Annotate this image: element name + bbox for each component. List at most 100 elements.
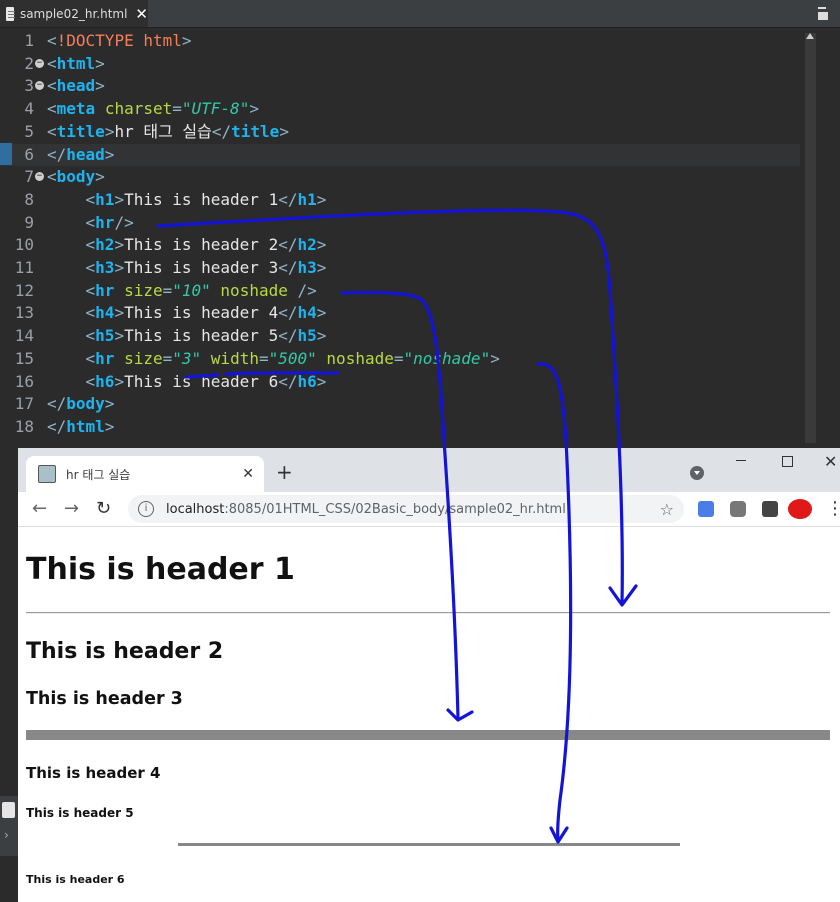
code-token: >: [114, 326, 125, 346]
code-token: !DOCTYPE: [56, 31, 144, 50]
code-token: hr: [95, 280, 125, 300]
address-bar[interactable]: i localhost:8085/01HTML_CSS/02Basic_body…: [128, 495, 684, 523]
code-line[interactable]: 8 <h1>This is header 1</h1>: [0, 189, 800, 212]
code-text: <h1>This is header 1</h1>: [47, 189, 327, 212]
code-token: This is header 3: [124, 258, 279, 277]
code-line[interactable]: 15 <hr size="3" width="500" noshade="nos…: [0, 348, 800, 371]
window-minimize-icon[interactable]: [736, 460, 746, 461]
scroll-up-icon[interactable]: [806, 33, 814, 39]
code-token: "UTF-8": [181, 99, 250, 119]
site-info-icon[interactable]: i: [138, 501, 154, 517]
html-file-icon: [6, 6, 15, 21]
code-line[interactable]: 1 <!DOCTYPE html>: [0, 30, 800, 53]
code-line[interactable]: 13 <h4>This is header 4</h4>: [0, 302, 800, 325]
code-token: >: [95, 167, 105, 187]
camera-extension-icon[interactable]: [730, 501, 746, 517]
reload-button[interactable]: ↻: [96, 498, 111, 519]
code-token: <: [47, 121, 57, 141]
code-token: >: [104, 394, 115, 414]
editor-tab-sample02[interactable]: sample02_hr.html ✕: [0, 0, 148, 27]
code-line[interactable]: 9 <hr/>: [0, 212, 800, 235]
extensions-puzzle-icon[interactable]: [762, 501, 778, 517]
code-token: >: [114, 189, 125, 209]
line-number: 8: [24, 189, 34, 209]
code-token: </: [278, 258, 298, 277]
code-text: <h3>This is header 3</h3>: [47, 257, 327, 280]
code-token: h2: [297, 235, 317, 255]
code-token: body: [66, 394, 105, 414]
code-token: h6: [297, 371, 317, 391]
code-line[interactable]: 3− <head>: [0, 75, 800, 98]
code-line[interactable]: 14 <h5>This is header 5</h5>: [0, 325, 800, 348]
code-token: />: [114, 212, 134, 232]
code-token: <: [85, 371, 96, 391]
code-line[interactable]: 11 <h3>This is header 3</h3>: [0, 257, 800, 280]
code-token: h3: [95, 258, 115, 277]
code-token: =: [162, 348, 173, 368]
code-token: h4: [297, 303, 317, 323]
code-line[interactable]: 2− <html>: [0, 53, 800, 76]
fold-collapse-icon[interactable]: −: [35, 172, 44, 182]
translate-extension-icon[interactable]: [698, 501, 714, 517]
browser-tab[interactable]: hr 태그 실습 ✕: [26, 456, 264, 492]
code-token: >: [114, 371, 125, 391]
code-line[interactable]: 16 <h6>This is header 6</h6>: [0, 371, 800, 394]
line-number: 16: [14, 371, 34, 391]
code-line[interactable]: 12 <hr size="10" noshade />: [0, 280, 800, 303]
fold-collapse-icon[interactable]: −: [35, 58, 44, 68]
code-text: <hr size="10" noshade />: [47, 280, 317, 303]
line-number: 14: [14, 326, 34, 346]
forward-button[interactable]: →: [64, 498, 79, 519]
code-token: hr 태그 실습: [114, 121, 212, 141]
code-line[interactable]: 18 </html>: [0, 416, 800, 439]
code-token: <: [47, 76, 57, 96]
code-token: This is header 1: [124, 189, 279, 209]
code-token: <: [47, 31, 57, 50]
code-token: </: [278, 371, 298, 391]
new-tab-button[interactable]: +: [276, 460, 293, 484]
line-number: 10: [14, 235, 34, 255]
code-line[interactable]: 4 <meta charset="UTF-8">: [0, 98, 800, 121]
code-text: </head>: [47, 144, 114, 167]
tab-close-icon[interactable]: ✕: [242, 466, 254, 482]
code-text: <h5>This is header 5</h5>: [47, 325, 327, 348]
code-line[interactable]: 10 <h2>This is header 2</h2>: [0, 234, 800, 257]
bookmark-star-icon[interactable]: ☆: [660, 500, 674, 519]
code-token: size: [124, 280, 163, 300]
close-icon[interactable]: ✕: [135, 5, 148, 23]
window-maximize-icon[interactable]: [782, 456, 793, 467]
tab-search-icon[interactable]: [690, 466, 704, 480]
code-line[interactable]: 17 </body>: [0, 393, 800, 416]
chevron-right-icon[interactable]: ›: [4, 828, 9, 842]
code-token: h5: [95, 326, 115, 346]
code-token: html: [66, 416, 105, 436]
minimize-icon[interactable]: [818, 7, 826, 9]
code-line[interactable]: 6 </head>: [0, 143, 800, 167]
code-token: =: [393, 348, 404, 368]
code-token: >: [316, 303, 327, 323]
code-token: >: [114, 258, 125, 277]
code-text: <h2>This is header 2</h2>: [47, 234, 327, 257]
code-token: This is header 6: [124, 371, 279, 391]
profile-avatar[interactable]: [788, 499, 812, 519]
editor-scrollbar[interactable]: [805, 33, 816, 443]
code-text: <!DOCTYPE html>: [47, 30, 192, 53]
code-line[interactable]: 5 <title>hr 태그 실습</title>: [0, 121, 800, 144]
line-number: 5: [24, 121, 34, 141]
code-line[interactable]: 7− <body>: [0, 166, 800, 189]
line-number: 13: [14, 303, 34, 323]
window-close-icon[interactable]: ✕: [824, 452, 837, 471]
app-icon[interactable]: [2, 802, 15, 818]
back-button[interactable]: ←: [32, 498, 47, 519]
browser-menu-icon[interactable]: ⋮: [826, 498, 840, 519]
maximize-icon[interactable]: [818, 12, 828, 20]
fold-collapse-icon[interactable]: −: [35, 81, 44, 91]
line-number: 12: [14, 280, 34, 300]
code-editor[interactable]: 1 <!DOCTYPE html> 2− <html> 3− <head> 4 <meta c…: [0, 28, 840, 448]
code-token: "3": [172, 348, 202, 368]
code-token: </: [278, 303, 298, 323]
